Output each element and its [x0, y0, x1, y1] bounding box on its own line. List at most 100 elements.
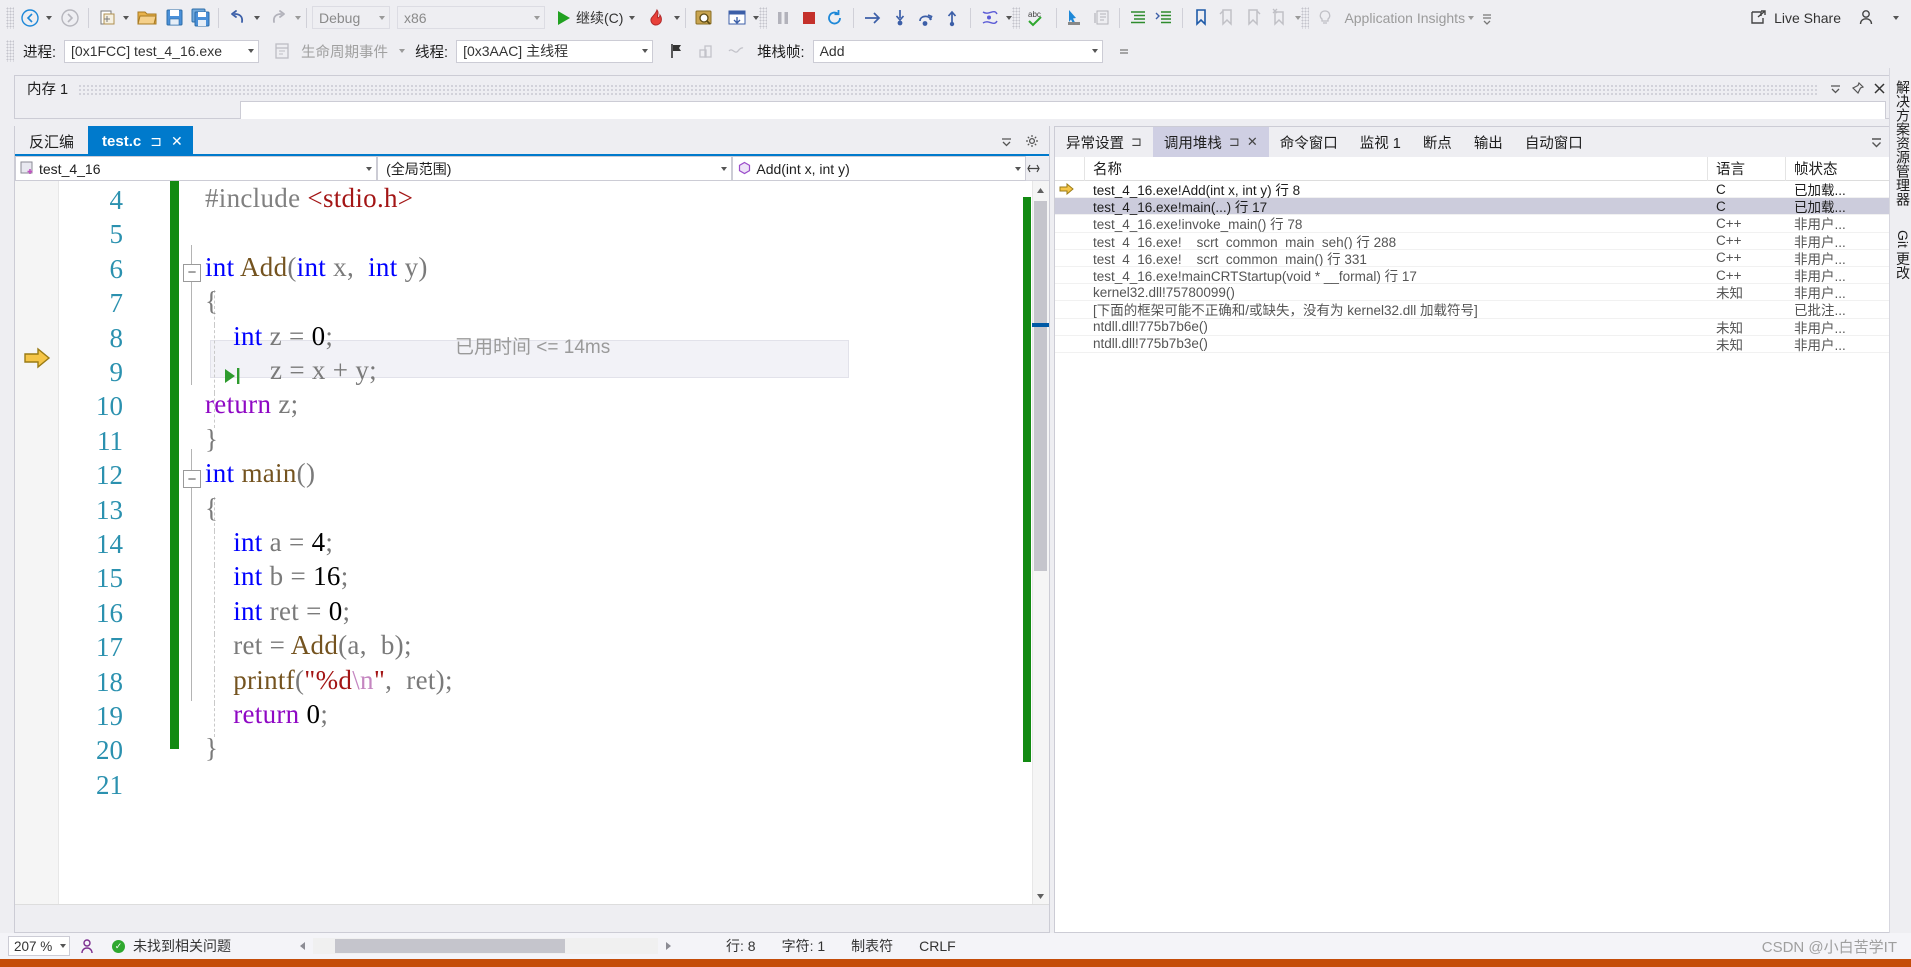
clear-bookmarks-icon[interactable] [1266, 5, 1292, 31]
step-into-icon[interactable] [887, 5, 913, 31]
code-line[interactable]: 11} [15, 424, 1049, 462]
code-line[interactable]: 9 z = x + y; [15, 355, 1049, 394]
code-line[interactable]: 6 − int Add(int x, int y) [15, 252, 1049, 290]
toolbar-grip[interactable] [6, 6, 14, 29]
toolbar-overflow-icon[interactable] [1474, 5, 1500, 31]
code-line[interactable]: 5 [15, 219, 1049, 255]
tab-test-c[interactable]: test.c ⊐ ✕ [88, 126, 193, 156]
configuration-dropdown[interactable]: Debug [312, 6, 390, 29]
forward-arrow-icon[interactable] [57, 5, 83, 31]
table-row[interactable]: ntdll.dll!775b7b3e() 未知 非用户... [1055, 336, 1896, 353]
new-item-dropdown-icon[interactable] [123, 15, 129, 20]
table-row[interactable]: test_4_16.exe!__scrt_common_main() 行 331… [1055, 250, 1896, 267]
new-item-icon[interactable] [94, 5, 120, 31]
table-row[interactable]: test_4_16.exe!__scrt_common_main_seh() 行… [1055, 233, 1896, 250]
undo-icon[interactable] [224, 5, 251, 31]
lightbulb-icon[interactable] [1312, 5, 1338, 31]
back-arrow-icon[interactable] [17, 5, 43, 31]
hot-reload-dropdown-icon[interactable] [674, 15, 681, 20]
flag-icon[interactable] [663, 38, 689, 64]
code-text[interactable]: int Add(int x, int y) [205, 252, 428, 283]
pin-icon[interactable]: ⊐ [150, 133, 162, 150]
memory-address-field[interactable] [240, 101, 1886, 119]
horizontal-scroll-thumb[interactable] [335, 939, 565, 953]
code-line[interactable]: 4 #include <stdio.h> [15, 183, 1049, 221]
code-text[interactable]: printf("%d\n", ret); [205, 665, 453, 696]
code-text[interactable]: return 0; [205, 699, 328, 730]
editor-vertical-scrollbar[interactable] [1032, 181, 1049, 905]
bookmark-icon[interactable] [1188, 5, 1214, 31]
code-text[interactable]: { [205, 286, 218, 317]
zoom-level-dropdown[interactable]: 207 % [8, 936, 70, 956]
nav-project-dropdown[interactable]: test_4_16 [15, 156, 378, 181]
chevron-down-icon[interactable] [1829, 82, 1842, 95]
live-share-button[interactable]: Live Share [1746, 5, 1844, 31]
tab-1[interactable]: 调用堆栈 ⊐ ✕ [1152, 127, 1269, 157]
restart-icon[interactable] [822, 5, 848, 31]
previous-bookmark-icon[interactable] [1214, 5, 1240, 31]
close-icon[interactable]: ✕ [1247, 134, 1258, 150]
attach-to-process-icon[interactable] [691, 5, 718, 31]
code-text[interactable]: int ret = 0; [205, 596, 350, 627]
next-bookmark-icon[interactable] [1240, 5, 1266, 31]
code-text[interactable]: return z; [205, 389, 298, 420]
process-dropdown[interactable]: [0x1FCC] test_4_16.exe [64, 39, 260, 63]
table-row[interactable]: [下面的框架可能不正确和/或缺失，没有为 kernel32.dll 加载符号] 已… [1055, 301, 1896, 319]
outdent-icon[interactable] [1151, 5, 1177, 31]
save-all-icon[interactable] [187, 5, 213, 31]
code-text[interactable]: } [205, 733, 218, 764]
tab-0[interactable]: 异常设置 ⊐ [1055, 127, 1153, 157]
table-row[interactable]: test_4_16.exe!invoke_main() 行 78 C++ 非用户..… [1055, 215, 1896, 233]
code-text[interactable]: int z = 0; [205, 321, 333, 352]
continue-dropdown-icon[interactable] [629, 15, 636, 20]
scroll-right-icon[interactable] [662, 940, 674, 952]
stack-icon[interactable] [693, 38, 719, 64]
redo-icon[interactable] [265, 5, 292, 31]
code-text[interactable]: #include <stdio.h> [205, 183, 413, 214]
lifecycle-events-icon[interactable] [269, 38, 295, 64]
continue-button[interactable]: 继续(C) [555, 5, 626, 31]
pin-icon[interactable]: ⊐ [1131, 134, 1142, 150]
stack-frame-dropdown[interactable]: Add [812, 39, 1103, 63]
code-text[interactable]: ret = Add(a, b); [205, 630, 412, 661]
tab-6[interactable]: 自动窗口 [1514, 127, 1594, 157]
pin-icon[interactable] [1851, 82, 1864, 95]
table-row[interactable]: test_4_16.exe!Add(int x, int y) 行 8 C 已加载.… [1055, 181, 1896, 199]
split-view-icon[interactable] [1026, 161, 1041, 176]
vertical-tab-git-changes[interactable]: Git 更改 [1890, 218, 1911, 292]
application-insights-label[interactable]: Application Insights [1344, 10, 1465, 26]
threads-icon[interactable] [976, 5, 1003, 31]
code-lines[interactable]: 4 #include <stdio.h> 5 6− int Add(int x, int… [15, 181, 1049, 905]
nav-scope-dropdown[interactable]: (全局范围) [377, 156, 733, 181]
platform-dropdown[interactable]: x86 [397, 6, 545, 29]
account-dropdown-icon[interactable] [1893, 15, 1899, 20]
thread-dropdown[interactable]: [0x3AAC] 主线程 [456, 39, 654, 63]
lifecycle-dropdown-icon[interactable] [399, 49, 406, 53]
pin-icon[interactable]: ⊐ [1229, 134, 1240, 150]
back-dropdown-icon[interactable] [46, 15, 52, 20]
debug-toolbar-grip[interactable] [6, 40, 14, 62]
code-line[interactable]: 13 { [15, 493, 1049, 531]
vertical-tab-solution-explorer[interactable]: 解决方案资源管理器 [1890, 68, 1911, 218]
redo-dropdown-icon[interactable] [295, 15, 301, 20]
code-area[interactable]: 4 #include <stdio.h> 5 6− int Add(int x, int… [15, 181, 1049, 905]
fold-toggle-icon[interactable]: − [183, 470, 201, 489]
spell-check-icon[interactable]: abc [1023, 5, 1051, 31]
call-stack-rows[interactable]: test_4_16.exe!Add(int x, int y) 行 8 C 已加载.… [1055, 181, 1896, 353]
hot-reload-icon[interactable] [643, 5, 671, 31]
tab-3[interactable]: 监视 1 [1349, 127, 1412, 157]
column-frame-state[interactable]: 帧状态 [1786, 156, 1896, 181]
tab-disassembly[interactable]: 反汇编 [15, 126, 89, 156]
code-line[interactable]: 17 ret = Add(a, b); [15, 630, 1049, 669]
lifecycle-events-label[interactable]: 生命周期事件 [301, 41, 388, 62]
step-out-icon[interactable] [939, 5, 965, 31]
column-language[interactable]: 语言 [1708, 156, 1786, 181]
fold-toggle-icon[interactable]: − [183, 263, 201, 282]
undo-dropdown-icon[interactable] [254, 15, 260, 20]
save-icon[interactable] [161, 5, 187, 31]
run-to-here-icon[interactable] [222, 367, 246, 385]
code-line[interactable]: 19 return 0; [15, 699, 1049, 738]
scroll-left-icon[interactable] [297, 940, 309, 952]
code-line[interactable]: 7{ [15, 286, 1049, 325]
code-text[interactable]: { [205, 493, 218, 524]
